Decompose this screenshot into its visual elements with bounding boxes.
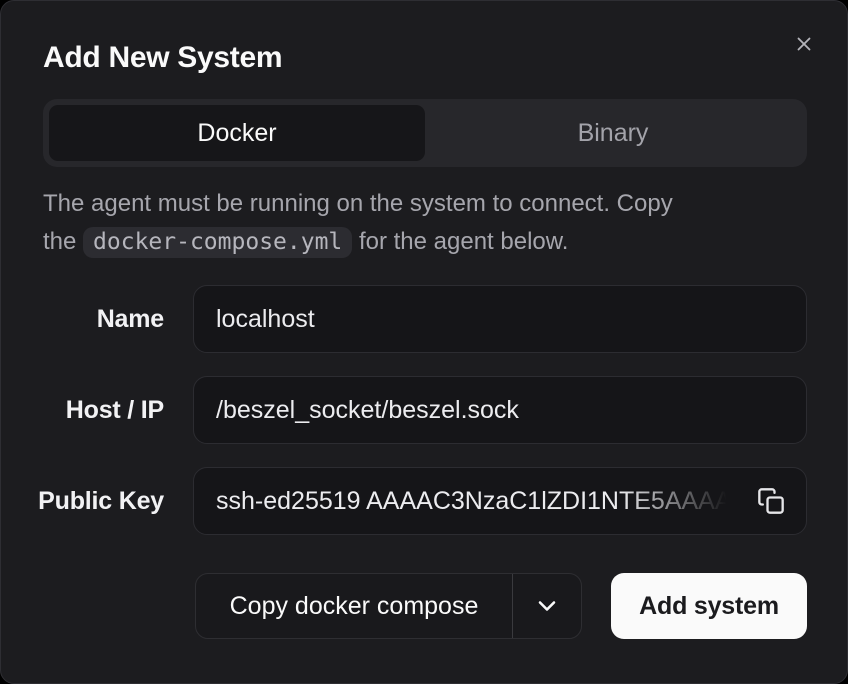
tab-binary[interactable]: Binary bbox=[425, 105, 801, 161]
x-icon bbox=[793, 33, 815, 55]
copy-compose-dropdown-button[interactable] bbox=[513, 574, 581, 638]
copy-docker-compose-button[interactable]: Copy docker compose bbox=[196, 574, 512, 638]
description-line2-prefix: the bbox=[43, 228, 83, 255]
host-label: Host / IP bbox=[1, 376, 164, 444]
agent-type-tabs: Docker Binary bbox=[43, 99, 807, 167]
compose-filename-code: docker-compose.yml bbox=[83, 227, 352, 258]
name-row: Name bbox=[1, 285, 847, 353]
close-button[interactable] bbox=[785, 25, 823, 63]
tab-docker[interactable]: Docker bbox=[49, 105, 425, 161]
description-line2-suffix: for the agent below. bbox=[352, 228, 568, 255]
copy-compose-split-button: Copy docker compose bbox=[195, 573, 582, 639]
name-label: Name bbox=[1, 285, 164, 353]
add-new-system-dialog: Add New System Docker Binary The agent m… bbox=[0, 0, 848, 684]
name-input[interactable] bbox=[193, 285, 807, 353]
host-input[interactable] bbox=[193, 376, 807, 444]
public-key-input[interactable]: ssh-ed25519 AAAAC3NzaC1lZDI1NTE5AAAAI bbox=[193, 467, 807, 535]
public-key-value: ssh-ed25519 AAAAC3NzaC1lZDI1NTE5AAAAI bbox=[216, 487, 748, 516]
host-row: Host / IP bbox=[1, 376, 847, 444]
add-system-button[interactable]: Add system bbox=[611, 573, 807, 639]
copy-key-button[interactable] bbox=[754, 484, 788, 518]
copy-icon bbox=[757, 487, 785, 515]
dialog-footer: Copy docker compose Add system bbox=[1, 573, 847, 639]
chevron-down-icon bbox=[533, 592, 561, 620]
public-key-row: Public Key ssh-ed25519 AAAAC3NzaC1lZDI1N… bbox=[1, 467, 847, 535]
dialog-description: The agent must be running on the system … bbox=[43, 185, 803, 261]
public-key-label: Public Key bbox=[1, 467, 164, 535]
dialog-title: Add New System bbox=[43, 41, 282, 75]
description-line1: The agent must be running on the system … bbox=[43, 190, 673, 217]
